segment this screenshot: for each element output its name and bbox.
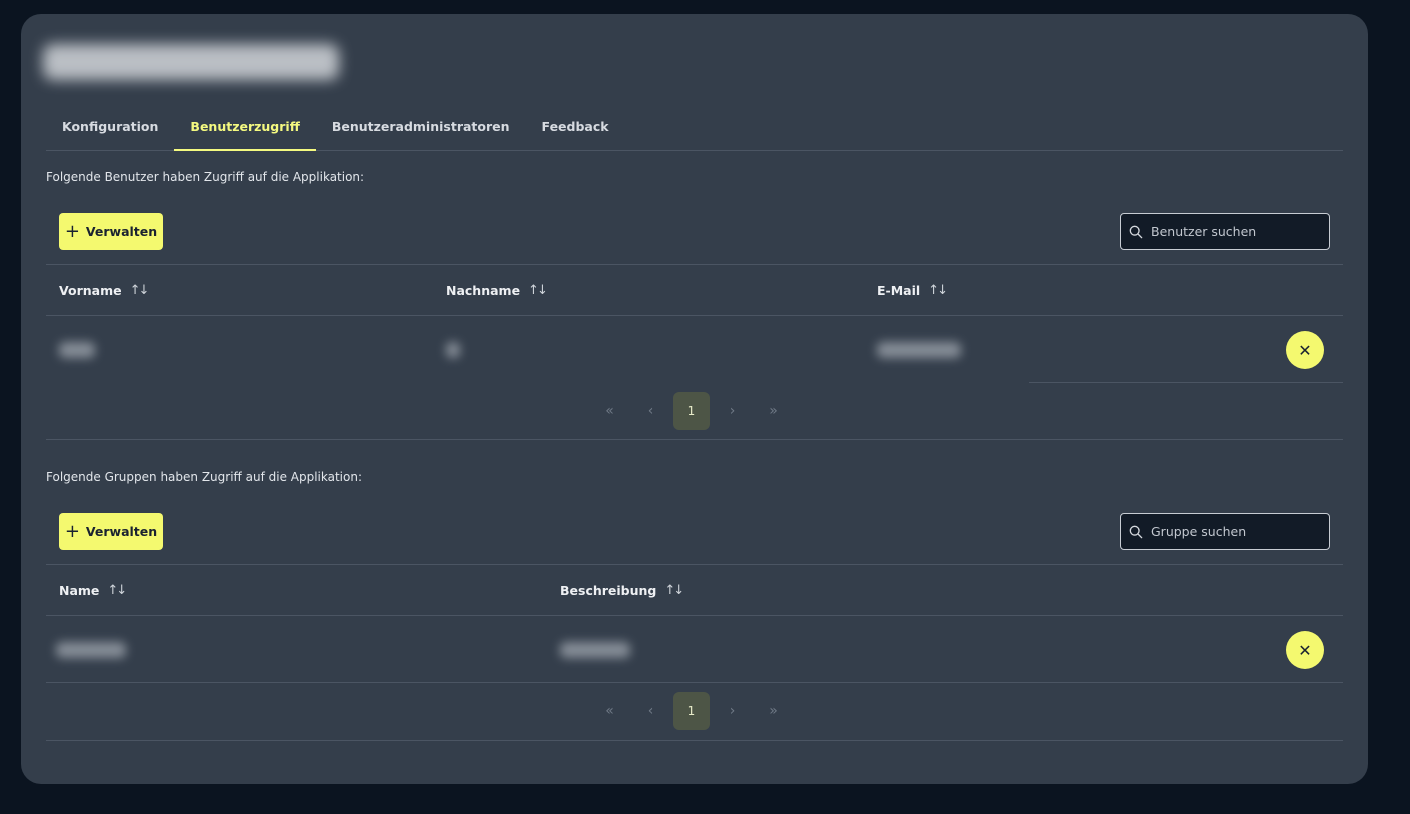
user-lastname-redacted [446,342,460,358]
groups-header-divider [46,615,1343,616]
users-row-divider [1029,382,1343,383]
sort-icon: ↑↓ [129,283,150,298]
group-name-redacted [56,642,126,658]
tab-bar: Konfiguration Benutzerzugriff Benutzerad… [46,111,1343,151]
group-search-input[interactable] [1151,524,1321,539]
column-header-email-label: E-Mail [877,283,921,298]
close-icon: ✕ [1298,640,1312,660]
users-section-label: Folgende Benutzer haben Zugriff auf die … [46,170,365,184]
column-header-nachname-label: Nachname [446,283,521,298]
pagination-first-button[interactable]: « [589,692,630,730]
tab-benutzeradministratoren[interactable]: Benutzeradministratoren [316,111,526,151]
sort-icon: ↑↓ [664,583,684,598]
user-firstname-redacted [59,342,95,358]
pagination-prev-button[interactable]: ‹ [630,692,671,730]
column-header-nachname[interactable]: Nachname ↑↓ [446,283,548,298]
group-search-box[interactable] [1120,513,1330,550]
pagination-last-button[interactable]: » [753,392,794,430]
sort-icon: ↑↓ [528,283,548,298]
users-header-divider [46,315,1343,316]
tab-benutzerzugriff[interactable]: Benutzerzugriff [174,111,316,151]
column-header-email[interactable]: E-Mail ↑↓ [877,283,948,298]
plus-icon: + [64,220,80,242]
pagination-prev-button[interactable]: ‹ [630,392,671,430]
user-email-redacted [877,342,961,358]
pagination-next-button[interactable]: › [712,392,753,430]
user-search-box[interactable] [1120,213,1330,250]
user-search-input[interactable] [1151,224,1321,239]
manage-users-label: Verwalten [85,224,158,239]
close-icon: ✕ [1298,340,1312,360]
sort-icon: ↑↓ [928,283,948,298]
search-icon [1129,225,1143,238]
column-header-beschreibung-label: Beschreibung [560,583,657,598]
pagination-page-1[interactable]: 1 [673,692,710,730]
pagination-last-button[interactable]: » [753,692,794,730]
column-header-name-label: Name [59,583,100,598]
plus-icon: + [64,520,80,542]
column-header-beschreibung[interactable]: Beschreibung ↑↓ [560,583,684,598]
page-title-redacted [43,44,339,80]
manage-users-button[interactable]: + Verwalten [59,213,163,250]
pagination-page-1[interactable]: 1 [673,392,710,430]
groups-section-label: Folgende Gruppen haben Zugriff auf die A… [46,470,362,484]
remove-user-button[interactable]: ✕ [1286,331,1324,369]
users-table-top-divider [46,264,1343,265]
groups-table-top-divider [46,564,1343,565]
column-header-name[interactable]: Name ↑↓ [59,583,127,598]
remove-group-button[interactable]: ✕ [1286,631,1324,669]
pagination-next-button[interactable]: › [712,692,753,730]
search-icon [1129,525,1143,538]
group-description-redacted [560,642,630,658]
users-section-bottom-divider [46,439,1343,440]
sort-icon: ↑↓ [107,583,127,598]
tab-feedback[interactable]: Feedback [526,111,625,151]
tab-konfiguration[interactable]: Konfiguration [46,111,174,151]
manage-groups-label: Verwalten [85,524,158,539]
manage-groups-button[interactable]: + Verwalten [59,513,163,550]
groups-pagination: « ‹ 1 › » [18,692,1365,730]
column-header-vorname-label: Vorname [59,283,122,298]
users-pagination: « ‹ 1 › » [18,392,1365,430]
groups-section-bottom-divider [46,740,1343,741]
groups-row-divider [46,682,1343,683]
application-panel: Konfiguration Benutzerzugriff Benutzerad… [21,14,1368,784]
column-header-vorname[interactable]: Vorname ↑↓ [59,283,150,298]
pagination-first-button[interactable]: « [589,392,630,430]
